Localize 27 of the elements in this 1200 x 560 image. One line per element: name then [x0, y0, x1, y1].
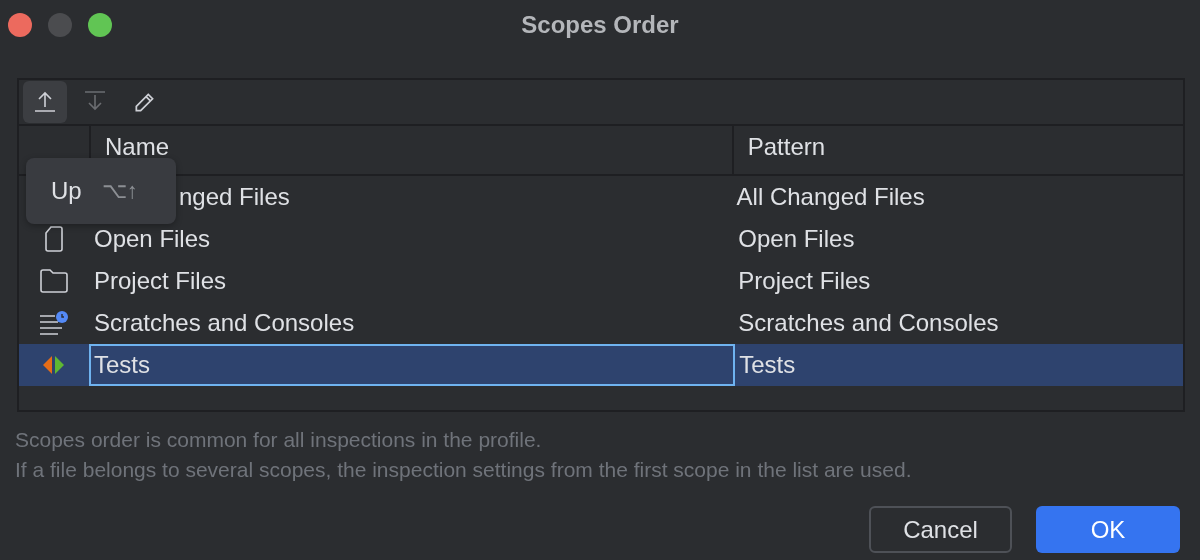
- table-cell[interactable]: Open Files: [89, 218, 735, 260]
- shortcut-text: ⌥↑: [101, 178, 138, 204]
- tests-arrows-icon: [41, 354, 67, 376]
- window-title: Scopes Order: [521, 11, 679, 39]
- hint-text: If a file belongs to several scopes, the inspection settings from the first scope in the list are used.: [15, 458, 913, 482]
- up-button[interactable]: [23, 81, 67, 123]
- table-cell-text: Open Files: [737, 224, 856, 254]
- table-cell: Tests: [735, 344, 1183, 386]
- table-cell-text: Project Files: [737, 266, 872, 296]
- column-header[interactable]: Pattern: [747, 134, 826, 160]
- file-icon: [45, 226, 63, 252]
- scratch-list-icon: [39, 310, 69, 336]
- column-header[interactable]: Name: [105, 134, 170, 160]
- close-button[interactable]: [8, 13, 32, 37]
- table-cell[interactable]: Tests: [89, 344, 736, 386]
- table-cell[interactable]: Project Files: [89, 260, 735, 302]
- ok-button[interactable]: OK: [1036, 506, 1180, 553]
- upload-icon: [33, 90, 57, 114]
- folder-icon: [40, 269, 68, 293]
- cancel-button[interactable]: Cancel: [869, 506, 1012, 553]
- table-cell-text: All Changed Files: [735, 182, 926, 212]
- tooltip-label: Up: [51, 177, 82, 205]
- hint-text: Scopes order is common for all inspections in the profile.: [15, 428, 543, 452]
- table-cell[interactable]: Scratches and Consoles: [89, 302, 735, 344]
- table-cell[interactable]: nged Files: [179, 176, 733, 218]
- table-cell-text: Scratches and Consoles: [737, 308, 1000, 338]
- zoom-button[interactable]: [88, 13, 112, 37]
